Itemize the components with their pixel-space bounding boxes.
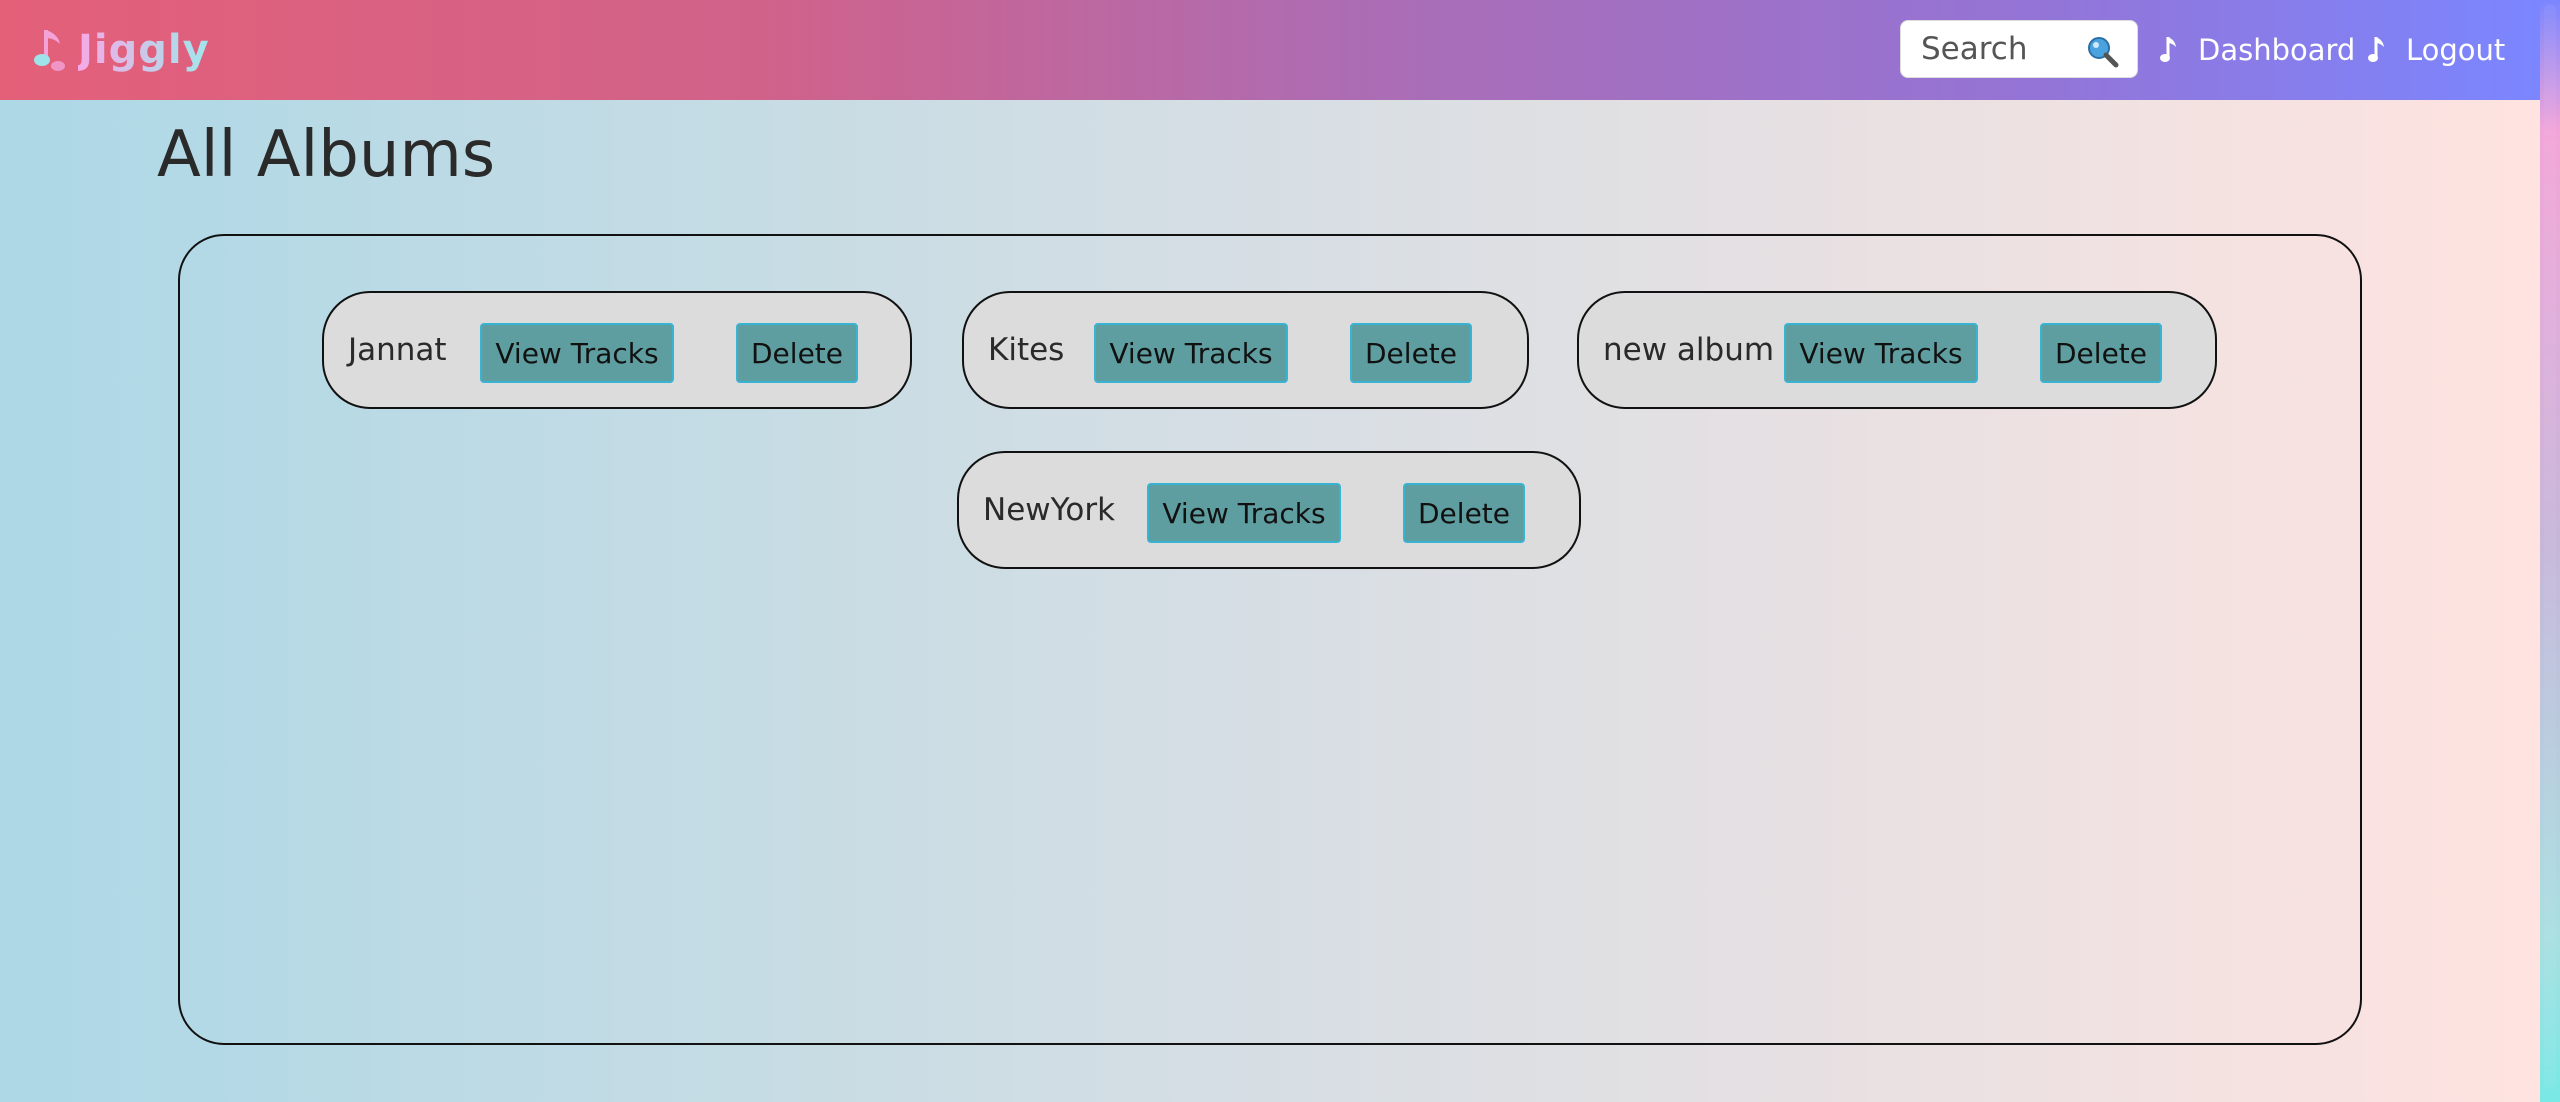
nav-dashboard-link[interactable]: Dashboard [2158, 28, 2355, 72]
album-name: Jannat [348, 332, 447, 368]
brand-name: Jiggly [78, 27, 210, 73]
delete-button[interactable]: Delete [1350, 323, 1472, 383]
view-tracks-button[interactable]: View Tracks [1094, 323, 1288, 383]
music-note-icon [2160, 37, 2176, 62]
search-input[interactable] [1921, 31, 2071, 67]
album-name: new album [1603, 332, 1775, 368]
music-note-icon [34, 30, 65, 71]
view-tracks-button[interactable]: View Tracks [480, 323, 674, 383]
scrollbar-thumb[interactable] [2544, 4, 2556, 1089]
view-tracks-button[interactable]: View Tracks [1147, 483, 1341, 543]
album-name: Kites [988, 332, 1065, 368]
music-note-icon [2368, 37, 2384, 62]
album-card: Jannat View Tracks Delete [322, 291, 912, 409]
album-card: Kites View Tracks Delete [962, 291, 1529, 409]
search-box [1900, 20, 2138, 78]
nav-logout-label: Logout [2406, 33, 2506, 67]
albums-container: Jannat View Tracks Delete Kites View Tra… [178, 234, 2362, 1045]
page-scrollbar[interactable] [2540, 0, 2560, 1102]
brand-link[interactable]: Jiggly [32, 22, 210, 78]
delete-button[interactable]: Delete [2040, 323, 2162, 383]
delete-button[interactable]: Delete [1403, 483, 1525, 543]
album-name: NewYork [983, 492, 1116, 528]
navbar: Jiggly Dashboard Logout [0, 0, 2540, 100]
nav-logout-link[interactable]: Logout [2366, 28, 2505, 72]
nav-dashboard-label: Dashboard [2198, 33, 2356, 67]
page-title: All Albums [157, 118, 496, 192]
view-tracks-button[interactable]: View Tracks [1784, 323, 1978, 383]
delete-button[interactable]: Delete [736, 323, 858, 383]
magnifier-icon[interactable] [2085, 34, 2119, 68]
album-card: new album View Tracks Delete [1577, 291, 2217, 409]
album-card: NewYork View Tracks Delete [957, 451, 1581, 569]
